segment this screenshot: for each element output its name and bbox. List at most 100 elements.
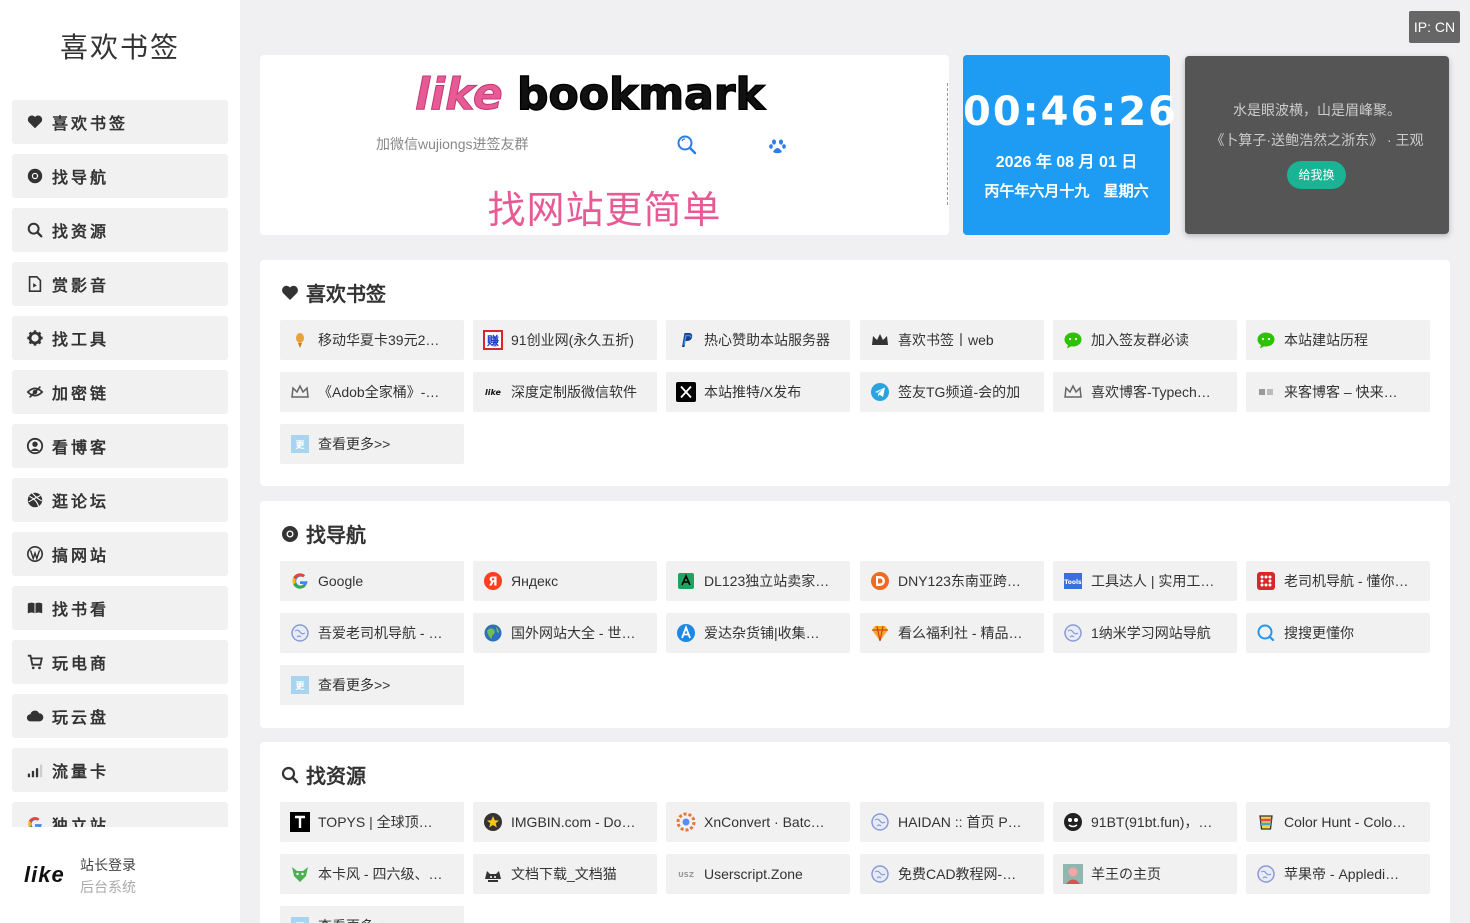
yandex-icon: Я xyxy=(483,571,503,591)
bookmark-link[interactable]: 赚 91创业网(永久五折) xyxy=(473,320,657,360)
bookmark-label: 喜欢书签丨web xyxy=(898,332,994,348)
bookmark-link[interactable]: 《Adob全家桶》-… xyxy=(280,372,464,412)
site-title[interactable]: 喜欢书签 xyxy=(0,26,240,66)
sidebar-item-10[interactable]: 玩电商 xyxy=(12,640,228,684)
divider xyxy=(947,83,949,205)
sidebar-item-4[interactable]: 找工具 xyxy=(12,316,228,360)
search-icon[interactable] xyxy=(676,134,698,156)
bookmark-link[interactable]: 91BT(91bt.fun)，… xyxy=(1053,802,1237,842)
bookmark-link[interactable]: 搜搜更懂你 xyxy=(1246,613,1430,653)
baidu-paw-icon[interactable] xyxy=(768,136,788,156)
svg-text:Tools: Tools xyxy=(1064,579,1082,586)
wechat-icon xyxy=(1063,330,1083,350)
bookmark-label: 苹果帝 - Appledi… xyxy=(1284,866,1400,882)
section-title-text: 找资源 xyxy=(306,766,366,788)
bookmark-label: 国外网站大全 - 世… xyxy=(511,625,636,641)
grid-icon xyxy=(1256,571,1276,591)
sidebar-item-2[interactable]: 找资源 xyxy=(12,208,228,252)
bookmark-link[interactable]: 吾爱老司机导航 - … xyxy=(280,613,464,653)
bookmark-label: Color Hunt - Colo… xyxy=(1284,814,1407,830)
bookmark-link[interactable]: 爱达杂货铺|收集… xyxy=(666,613,850,653)
search-icon xyxy=(26,221,44,239)
site-logo[interactable]: like bookmark xyxy=(415,67,795,121)
sidebar-item-12[interactable]: 流量卡 xyxy=(12,748,228,792)
bookmark-link[interactable]: 热心赞助本站服务器 xyxy=(666,320,850,360)
signal-icon xyxy=(26,761,44,779)
bookmark-link[interactable]: 老司机导航 - 懂你… xyxy=(1246,561,1430,601)
change-poem-button[interactable]: 给我换 xyxy=(1287,161,1346,189)
sidebar-item-1[interactable]: 找导航 xyxy=(12,154,228,198)
svg-text:like: like xyxy=(415,69,503,120)
a-icon xyxy=(676,623,696,643)
section-0: 喜欢书签 移动华夏卡39元2… 赚 91创业网(永久五折) 热心赞助本站服务器 喜欢书签丨… xyxy=(260,260,1450,486)
bookmark-link[interactable]: Я Яндекс xyxy=(473,561,657,601)
bookmark-label: 工具达人 | 实用工… xyxy=(1091,573,1215,589)
backend-system-link[interactable]: 后台系统 xyxy=(80,876,136,898)
bookmark-link[interactable]: DNY123东南亚跨… xyxy=(860,561,1044,601)
bookmark-link[interactable]: 来客博客 – 快来… xyxy=(1246,372,1430,412)
search-input[interactable] xyxy=(376,133,676,155)
ip-badge: IP: CN xyxy=(1409,11,1460,43)
sidebar-item-8[interactable]: 搞网站 xyxy=(12,532,228,576)
bookmark-link[interactable]: Tools 工具达人 | 实用工… xyxy=(1053,561,1237,601)
bookmark-link[interactable]: HAIDAN :: 首页 P… xyxy=(860,802,1044,842)
bookmark-link[interactable]: 免费CAD教程网-… xyxy=(860,854,1044,894)
sidebar-item-5[interactable]: 加密链 xyxy=(12,370,228,414)
blog-icon xyxy=(1256,382,1276,402)
bookmark-label: 91BT(91bt.fun)，… xyxy=(1091,814,1213,830)
crown-outline-icon xyxy=(290,382,310,402)
bookmark-link[interactable]: 国外网站大全 - 世… xyxy=(473,613,657,653)
bookmark-label: 加入签友群必读 xyxy=(1091,332,1189,348)
bookmark-label: 本卡风 - 四六级、… xyxy=(318,866,443,882)
svg-text:更: 更 xyxy=(295,681,305,692)
bookmark-link[interactable]: DL123独立站卖家… xyxy=(666,561,850,601)
tools-icon: Tools xyxy=(1063,571,1083,591)
bookmark-link[interactable]: 看么福利社 - 精品… xyxy=(860,613,1044,653)
globe-icon xyxy=(1063,623,1083,643)
usz-icon: USZ xyxy=(676,864,696,884)
bookmark-label: 搜搜更懂你 xyxy=(1284,625,1354,641)
bookmark-link[interactable]: 喜欢博客-Typech… xyxy=(1053,372,1237,412)
sidebar-item-3[interactable]: 赏影音 xyxy=(12,262,228,306)
bookmark-link[interactable]: 本站建站历程 xyxy=(1246,320,1430,360)
bookmark-link[interactable]: like 深度定制版微信软件 xyxy=(473,372,657,412)
wordpress-icon xyxy=(26,545,44,563)
bookmark-link[interactable]: 签友TG频道-会的加 xyxy=(860,372,1044,412)
bookmark-link[interactable]: 文档下载_文档猫 xyxy=(473,854,657,894)
bookmark-label: 签友TG频道-会的加 xyxy=(898,384,1021,400)
bookmark-link[interactable]: 1纳米学习网站导航 xyxy=(1053,613,1237,653)
bookmark-link[interactable]: 羊王の主页 xyxy=(1053,854,1237,894)
bookmark-link[interactable]: TOPYS | 全球顶… xyxy=(280,802,464,842)
sidebar-item-0[interactable]: 喜欢书签 xyxy=(12,100,228,144)
sidebar-item-6[interactable]: 看博客 xyxy=(12,424,228,468)
admin-login-link[interactable]: 站长登录 xyxy=(80,854,136,876)
sidebar-item-7[interactable]: 逛论坛 xyxy=(12,478,228,522)
bookmark-link[interactable]: 苹果帝 - Appledi… xyxy=(1246,854,1430,894)
earth-icon xyxy=(483,623,503,643)
globe-icon xyxy=(870,864,890,884)
sidebar-item-11[interactable]: 玩云盘 xyxy=(12,694,228,738)
bookmark-link[interactable]: IMGBIN.com - Do… xyxy=(473,802,657,842)
bookmark-link[interactable]: 本卡风 - 四六级、… xyxy=(280,854,464,894)
bookmark-link[interactable]: 喜欢书签丨web xyxy=(860,320,1044,360)
section-1: 找导航 Google Я Яндекс DL123独立站卖家… DNY123东南亚跨… To… xyxy=(260,501,1450,728)
bookmark-link[interactable]: 加入签友群必读 xyxy=(1053,320,1237,360)
telegram-icon xyxy=(870,382,890,402)
sidebar-item-label: 加密链 xyxy=(52,386,110,403)
sidebar-item-label: 玩电商 xyxy=(52,656,110,673)
section-title: 找导航 xyxy=(280,519,366,548)
bookmark-link[interactable]: 本站推特/X发布 xyxy=(666,372,850,412)
bookmark-link[interactable]: 移动华夏卡39元2… xyxy=(280,320,464,360)
bookmark-label: TOPYS | 全球顶… xyxy=(318,814,433,830)
bookmark-link[interactable]: Color Hunt - Colo… xyxy=(1246,802,1430,842)
bookmark-link[interactable]: XnConvert · Batc… xyxy=(666,802,850,842)
section-title: 找资源 xyxy=(280,760,366,789)
bookmark-link[interactable]: Google xyxy=(280,561,464,601)
view-more-link[interactable]: 更 查看更多>> xyxy=(280,665,464,705)
view-more-link[interactable]: 更 查看更多>> xyxy=(280,906,464,923)
sidebar-item-9[interactable]: 找书看 xyxy=(12,586,228,630)
view-more-link[interactable]: 更 查看更多>> xyxy=(280,424,464,464)
sidebar-item-13[interactable]: 独立站 xyxy=(12,802,228,827)
bookmark-link[interactable]: USZ Userscript.Zone xyxy=(666,854,850,894)
bookmark-label: 移动华夏卡39元2… xyxy=(318,332,440,348)
